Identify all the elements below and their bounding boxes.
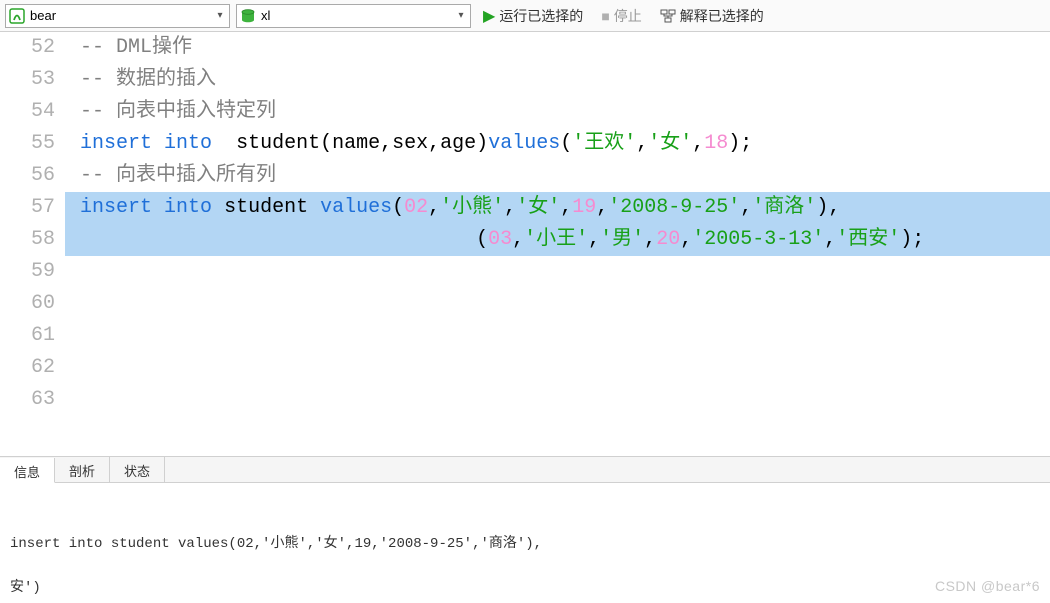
code-line[interactable] [65,384,1050,416]
code-line[interactable] [65,256,1050,288]
run-button[interactable]: ▶ 运行已选择的 [477,4,589,28]
connection-value: bear [28,8,211,23]
chevron-down-icon: ▾ [211,10,229,21]
database-icon [237,5,259,27]
sql-editor[interactable]: 525354555657585960616263 -- DML操作-- 数据的插… [0,32,1050,457]
output-panel: insert into student values(02,'小熊','女',1… [0,483,1050,603]
connection-dropdown[interactable]: bear ▾ [5,4,230,28]
stop-button[interactable]: ■ 停止 [595,4,647,28]
code-line[interactable] [65,288,1050,320]
output-line: insert into student values(02,'小熊','女',1… [10,533,1040,555]
code-line[interactable]: -- 数据的插入 [65,64,1050,96]
explain-label: 解释已选择的 [680,6,764,26]
play-icon: ▶ [483,6,495,26]
explain-icon [660,8,676,24]
explain-button[interactable]: 解释已选择的 [654,4,770,28]
result-tabs: 信息剖析状态 [0,457,1050,483]
output-line [10,555,1040,577]
line-gutter: 525354555657585960616263 [0,32,65,456]
database-dropdown[interactable]: xl ▾ [236,4,471,28]
output-line: > Affected rows: 2 [10,599,1040,603]
database-value: xl [259,8,452,23]
stop-icon: ■ [601,8,609,24]
connection-icon [6,5,28,27]
code-line[interactable] [65,320,1050,352]
code-area[interactable]: -- DML操作-- 数据的插入-- 向表中插入特定列insert into s… [65,32,1050,456]
code-line[interactable]: (03,'小王','男',20,'2005-3-13','西安'); [65,224,1050,256]
watermark: CSDN @bear*6 [935,575,1040,597]
code-line[interactable]: insert into student values(02,'小熊','女',1… [65,192,1050,224]
toolbar: bear ▾ xl ▾ ▶ 运行已选择的 ■ 停止 解释已选择的 [0,0,1050,32]
code-line[interactable]: -- DML操作 [65,32,1050,64]
tab-状态[interactable]: 状态 [110,457,165,482]
output-line: 安') [10,577,1040,599]
code-line[interactable]: insert into student(name,sex,age)values(… [65,128,1050,160]
tab-剖析[interactable]: 剖析 [55,457,110,482]
stop-label: 停止 [614,6,642,26]
chevron-down-icon: ▾ [452,10,470,21]
code-line[interactable] [65,352,1050,384]
code-line[interactable]: -- 向表中插入所有列 [65,160,1050,192]
tab-信息[interactable]: 信息 [0,458,55,483]
run-label: 运行已选择的 [499,6,583,26]
code-line[interactable]: -- 向表中插入特定列 [65,96,1050,128]
